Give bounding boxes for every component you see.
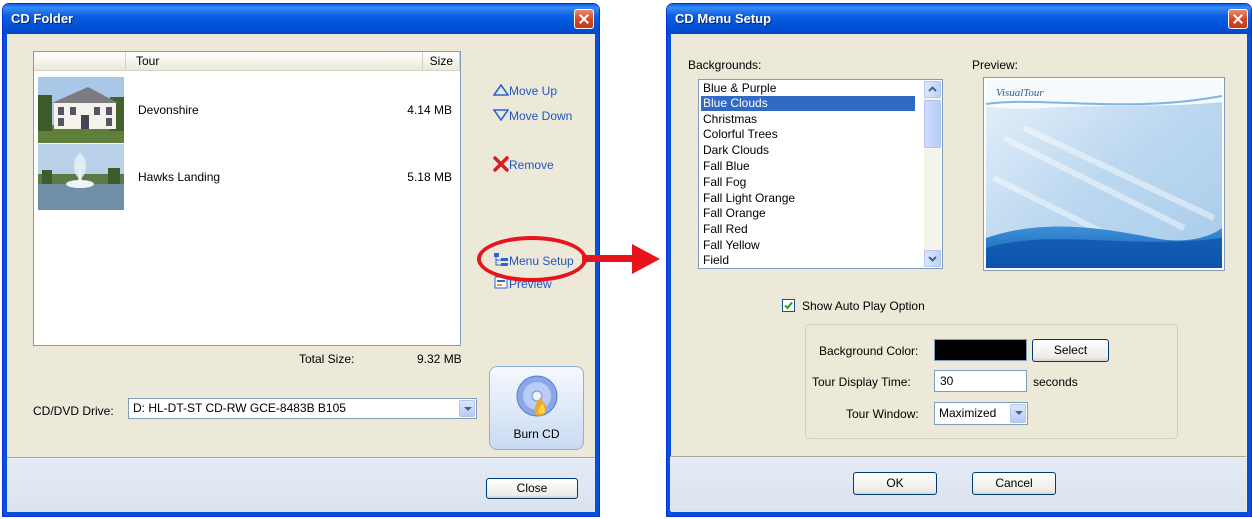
- autoplay-checkbox[interactable]: [782, 299, 795, 312]
- drive-label: CD/DVD Drive:: [33, 404, 114, 418]
- total-size-value: 9.32 MB: [417, 352, 462, 366]
- menu-setup-titlebar[interactable]: CD Menu Setup: [667, 4, 1251, 34]
- tour-name: Hawks Landing: [138, 170, 221, 184]
- drive-value: D: HL-DT-ST CD-RW GCE-8483B B105: [133, 401, 346, 415]
- tour-window-label: Tour Window:: [846, 407, 919, 421]
- tour-size: 4.14 MB: [407, 103, 452, 117]
- background-item[interactable]: Fall Yellow: [701, 238, 915, 253]
- house-thumbnail: [38, 77, 124, 143]
- chevron-down-icon[interactable]: [1010, 404, 1026, 423]
- tour-list[interactable]: Tour Size Devonshire 4.14 MB Hawks Landi…: [33, 51, 461, 346]
- total-size-label: Total Size:: [299, 352, 355, 366]
- preview-logo-text: VisualTour: [996, 87, 1044, 99]
- tour-size: 5.18 MB: [407, 170, 452, 184]
- tour-row[interactable]: Devonshire 4.14 MB: [34, 77, 460, 143]
- tour-row[interactable]: Hawks Landing 5.18 MB: [34, 144, 460, 210]
- burn-cd-button[interactable]: Burn CD: [489, 366, 584, 450]
- background-item[interactable]: Fall Orange: [701, 206, 915, 221]
- background-item[interactable]: Fall Light Orange: [701, 191, 915, 206]
- ok-button[interactable]: OK: [853, 472, 937, 495]
- tour-column-header[interactable]: Tour: [126, 52, 423, 71]
- window-border: [1247, 34, 1251, 516]
- move-down-link[interactable]: Move Down: [492, 109, 573, 123]
- tour-window-select[interactable]: Maximized: [934, 402, 1028, 425]
- background-item[interactable]: Fall Red: [701, 222, 915, 237]
- scroll-up-icon[interactable]: [924, 81, 941, 98]
- window-border: [3, 512, 599, 516]
- remove-label: Remove: [509, 158, 554, 172]
- autoplay-label[interactable]: Show Auto Play Option: [802, 299, 925, 313]
- up-triangle-icon: [492, 83, 510, 96]
- highlight-ellipse: [477, 236, 587, 282]
- scroll-thumb[interactable]: [924, 100, 941, 148]
- cd-flame-icon: [516, 375, 558, 417]
- backgrounds-scrollbar[interactable]: [924, 81, 941, 267]
- background-preview: VisualTour: [983, 77, 1225, 271]
- bg-color-label: Background Color:: [819, 344, 919, 358]
- close-icon[interactable]: [1228, 9, 1248, 29]
- cancel-button[interactable]: Cancel: [972, 472, 1056, 495]
- red-x-icon: [493, 156, 509, 172]
- move-up-link[interactable]: Move Up: [492, 83, 558, 98]
- display-time-input[interactable]: 30: [934, 370, 1027, 392]
- background-item[interactable]: Blue & Purple: [701, 81, 915, 96]
- bg-color-swatch: [934, 339, 1027, 361]
- fountain-thumbnail: [38, 144, 124, 210]
- background-item[interactable]: Dark Clouds: [701, 143, 915, 158]
- move-down-label: Move Down: [509, 109, 573, 123]
- background-item-selected[interactable]: Blue Clouds: [701, 96, 915, 111]
- red-arrow-icon: [582, 244, 660, 274]
- backgrounds-list[interactable]: Blue & Purple Blue Clouds Christmas Colo…: [698, 79, 943, 269]
- chevron-down-icon[interactable]: [459, 400, 475, 417]
- background-item[interactable]: Colorful Trees: [701, 127, 915, 142]
- background-item[interactable]: Fall Blue: [701, 159, 915, 174]
- window-border: [3, 34, 7, 516]
- background-item[interactable]: Christmas: [701, 112, 915, 127]
- window-border: [667, 512, 1251, 516]
- cd-folder-window: CD Folder Tour Size Devonshire 4.14 MB H…: [2, 3, 600, 517]
- tour-list-thumb-header[interactable]: [34, 52, 126, 71]
- menu-setup-footer: [670, 456, 1246, 511]
- preview-label: Preview:: [972, 58, 1019, 72]
- scroll-down-icon[interactable]: [924, 250, 941, 267]
- tour-name: Devonshire: [138, 103, 199, 117]
- size-column-header[interactable]: Size: [423, 52, 460, 71]
- close-icon[interactable]: [574, 9, 594, 29]
- display-time-label: Tour Display Time:: [812, 375, 911, 389]
- cd-folder-title: CD Folder: [11, 11, 74, 26]
- down-triangle-icon: [492, 109, 510, 122]
- menu-setup-title: CD Menu Setup: [675, 11, 772, 26]
- burn-cd-label: Burn CD: [513, 427, 560, 441]
- checkmark-icon: [784, 301, 793, 310]
- window-border: [595, 34, 599, 516]
- background-item[interactable]: Fall Fog: [701, 175, 915, 190]
- drive-select[interactable]: D: HL-DT-ST CD-RW GCE-8483B B105: [128, 398, 477, 419]
- move-up-label: Move Up: [509, 84, 558, 98]
- background-item[interactable]: Field: [701, 253, 915, 268]
- close-button[interactable]: Close: [486, 478, 578, 499]
- tour-window-value: Maximized: [939, 406, 997, 420]
- remove-link[interactable]: Remove: [493, 156, 554, 172]
- cd-folder-titlebar[interactable]: CD Folder: [3, 4, 599, 34]
- window-border: [667, 34, 671, 516]
- display-time-unit: seconds: [1033, 375, 1078, 389]
- backgrounds-label: Backgrounds:: [688, 58, 762, 72]
- cd-folder-footer: Close: [7, 457, 595, 512]
- select-color-button[interactable]: Select: [1032, 339, 1109, 362]
